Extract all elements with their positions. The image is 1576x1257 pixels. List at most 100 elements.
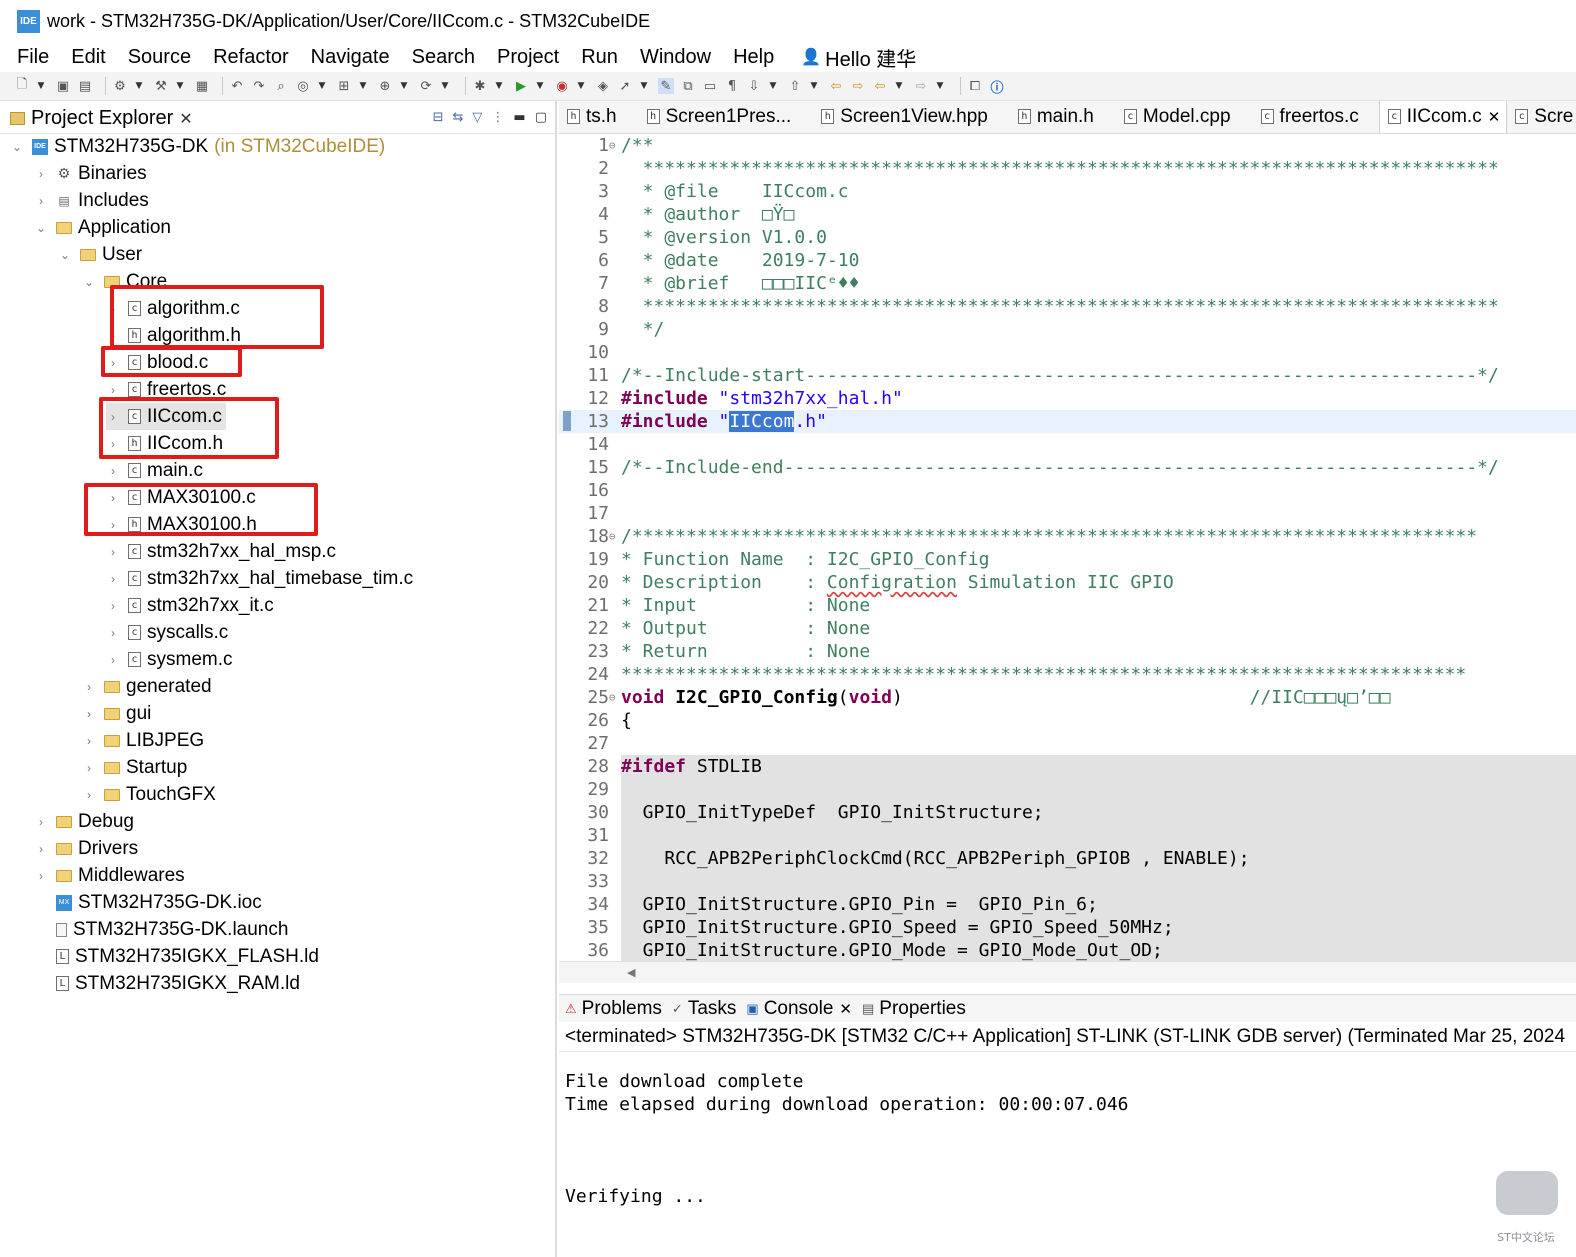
chevron-right-icon[interactable]: › (106, 302, 120, 316)
tree-item-hal-msp-c[interactable]: › c stm32h7xx_hal_msp.c (106, 538, 336, 565)
chevron-right-icon[interactable]: › (82, 788, 96, 802)
chevron-right-icon[interactable]: › (82, 761, 96, 775)
menu-edit[interactable]: Edit (71, 46, 105, 69)
tab-iiccom-c[interactable]: c IICcom.c ✕ (1378, 101, 1508, 133)
code-line[interactable]: 2 **************************************… (559, 157, 1576, 180)
menu-user[interactable]: 👤 Hello 建华 (801, 43, 916, 72)
chevron-right-icon[interactable]: › (82, 680, 96, 694)
info-icon[interactable]: ⓘ (989, 78, 1005, 96)
chevron-right-icon[interactable]: › (106, 626, 120, 640)
collapse-all-icon[interactable]: ⊟ (433, 110, 444, 125)
chevron-right-icon[interactable]: › (34, 842, 48, 856)
code-line[interactable]: 14 (559, 433, 1576, 456)
tab-scre[interactable]: c Scre (1507, 101, 1573, 133)
chevron-right-icon[interactable]: › (106, 437, 120, 451)
code-line[interactable]: 35 GPIO_InitStructure.GPIO_Speed = GPIO_… (559, 916, 1576, 939)
tree-item-gui[interactable]: › gui (82, 700, 151, 727)
menu-window[interactable]: Window (640, 46, 711, 69)
code-line[interactable]: 25 ⊖ void I2C_GPIO_Config(void) //IIC□□□ų□… (559, 686, 1576, 709)
menu-run[interactable]: Run (581, 46, 618, 69)
fold-toggle-icon[interactable]: ⊖ (609, 530, 621, 543)
view-menu-icon[interactable]: ⋮ (491, 110, 504, 125)
tab-ts-h[interactable]: h ts.h (559, 101, 617, 133)
debug-bug-icon[interactable]: ✱ (472, 78, 488, 94)
tree-item-syscalls-c[interactable]: › c syscalls.c (106, 619, 228, 646)
chevron-right-icon[interactable]: › (106, 329, 120, 343)
code-line[interactable]: 18 ⊖/************************************… (559, 525, 1576, 548)
dropdown-arrow-icon[interactable]: ▼ (399, 78, 409, 94)
chevron-right-icon[interactable]: › (106, 545, 120, 559)
chevron-right-icon[interactable]: › (106, 464, 120, 478)
code-line[interactable]: 13 #include " IICcom .h" (559, 410, 1576, 433)
tree-item-touchgfx[interactable]: › TouchGFX (82, 781, 216, 808)
dropdown-arrow-icon[interactable]: ▼ (894, 78, 904, 94)
tree-item-core[interactable]: ⌄ Core (82, 268, 167, 295)
dropdown-arrow-icon[interactable]: ▼ (134, 78, 144, 94)
open-perspective-icon[interactable]: ⧠ (967, 78, 983, 94)
tree-item-project[interactable]: ⌄ IDE STM32H735G-DK (in STM32CubeIDE) (10, 133, 385, 160)
code-line[interactable]: 33 (559, 870, 1576, 893)
dropdown-arrow-icon[interactable]: ▼ (639, 78, 649, 94)
code-line[interactable]: 29 (559, 778, 1576, 801)
open-task-icon[interactable]: ➚ (617, 78, 633, 94)
refresh-icon[interactable]: ⟳ (418, 78, 434, 94)
chevron-right-icon[interactable]: › (106, 410, 120, 424)
dropdown-arrow-icon[interactable]: ▼ (768, 78, 778, 94)
chevron-right-icon[interactable]: › (82, 734, 96, 748)
chevron-right-icon[interactable]: › (106, 491, 120, 505)
tree-item-includes[interactable]: › ▤ Includes (34, 187, 149, 214)
mark-occurrences-icon[interactable]: ⧉ (680, 78, 696, 94)
tree-item-algorithm-c[interactable]: › c algorithm.c (106, 295, 240, 322)
chevron-right-icon[interactable]: › (82, 707, 96, 721)
code-line[interactable]: 20 * Description : Configration Simulatio… (559, 571, 1576, 594)
dropdown-arrow-icon[interactable]: ▼ (576, 78, 586, 94)
block-select-icon[interactable]: ▭ (702, 78, 718, 94)
code-line[interactable]: 24 **************************************… (559, 663, 1576, 686)
scroll-left-icon[interactable]: ◀ (627, 966, 635, 979)
close-icon[interactable]: ✕ (179, 109, 192, 129)
code-line[interactable]: 19 * Function Name : I2C_GPIO_Config (559, 548, 1576, 571)
code-line[interactable]: 23 * Return : None (559, 640, 1576, 663)
code-line[interactable]: 10 (559, 341, 1576, 364)
tree-item-hal-timebase-c[interactable]: › c stm32h7xx_hal_timebase_tim.c (106, 565, 413, 592)
code-line[interactable]: 32 RCC_APB2PeriphClockCmd(RCC_APB2Periph… (559, 847, 1576, 870)
tree-item-startup[interactable]: › Startup (82, 754, 187, 781)
fold-toggle-icon[interactable]: ⊖ (609, 139, 621, 152)
back-arrow-icon[interactable]: ⇨ (850, 78, 866, 94)
code-line[interactable]: 9 */ (559, 318, 1576, 341)
chevron-right-icon[interactable]: › (106, 599, 120, 613)
tree-item-launch[interactable]: STM32H735G-DK.launch (56, 916, 288, 943)
menu-refactor[interactable]: Refactor (213, 46, 289, 69)
tab-screen1pres[interactable]: h Screen1Pres... (639, 101, 791, 133)
tree-item-libjpeg[interactable]: › LIBJPEG (82, 727, 204, 754)
close-icon[interactable]: ✕ (1488, 108, 1501, 126)
back-icon[interactable]: ⇦ (872, 78, 888, 94)
tree-item-generated[interactable]: › generated (82, 673, 212, 700)
chevron-right-icon[interactable]: › (34, 194, 48, 208)
code-line[interactable]: 22 * Output : None (559, 617, 1576, 640)
menu-file[interactable]: File (17, 46, 49, 69)
redo-icon[interactable]: ↷ (251, 78, 267, 94)
horizontal-scrollbar[interactable]: ◀ (559, 961, 1576, 983)
tree-item-main-c[interactable]: › c main.c (106, 457, 203, 484)
code-line[interactable]: 3 * @file IICcom.c (559, 180, 1576, 203)
chevron-right-icon[interactable]: › (106, 572, 120, 586)
menu-search[interactable]: Search (412, 46, 475, 69)
tab-model-cpp[interactable]: c Model.cpp (1116, 101, 1231, 133)
new-icon[interactable]: 🗋 (14, 77, 30, 94)
tree-item-freertos-c[interactable]: › c freertos.c (106, 376, 226, 403)
tree-item-ioc[interactable]: MX STM32H735G-DK.ioc (56, 889, 262, 916)
chevron-down-icon[interactable]: ⌄ (34, 221, 48, 235)
chevron-down-icon[interactable]: ⌄ (82, 275, 96, 289)
tab-screen1view-hpp[interactable]: h Screen1View.hpp (813, 101, 988, 133)
save-icon[interactable]: ▣ (55, 78, 71, 94)
code-line[interactable]: 16 (559, 479, 1576, 502)
tree-item-max30100-c[interactable]: › c MAX30100.c (106, 484, 256, 511)
chevron-right-icon[interactable]: › (106, 653, 120, 667)
build-hammer-icon[interactable]: ⚒ (153, 78, 169, 94)
open-type-icon[interactable]: ◈ (595, 78, 611, 94)
chevron-right-icon[interactable]: › (34, 869, 48, 883)
tree-item-sysmem-c[interactable]: › c sysmem.c (106, 646, 233, 673)
code-line[interactable]: 11 /*--Include-start---------------------… (559, 364, 1576, 387)
code-line[interactable]: 5 * @version V1.0.0 (559, 226, 1576, 249)
